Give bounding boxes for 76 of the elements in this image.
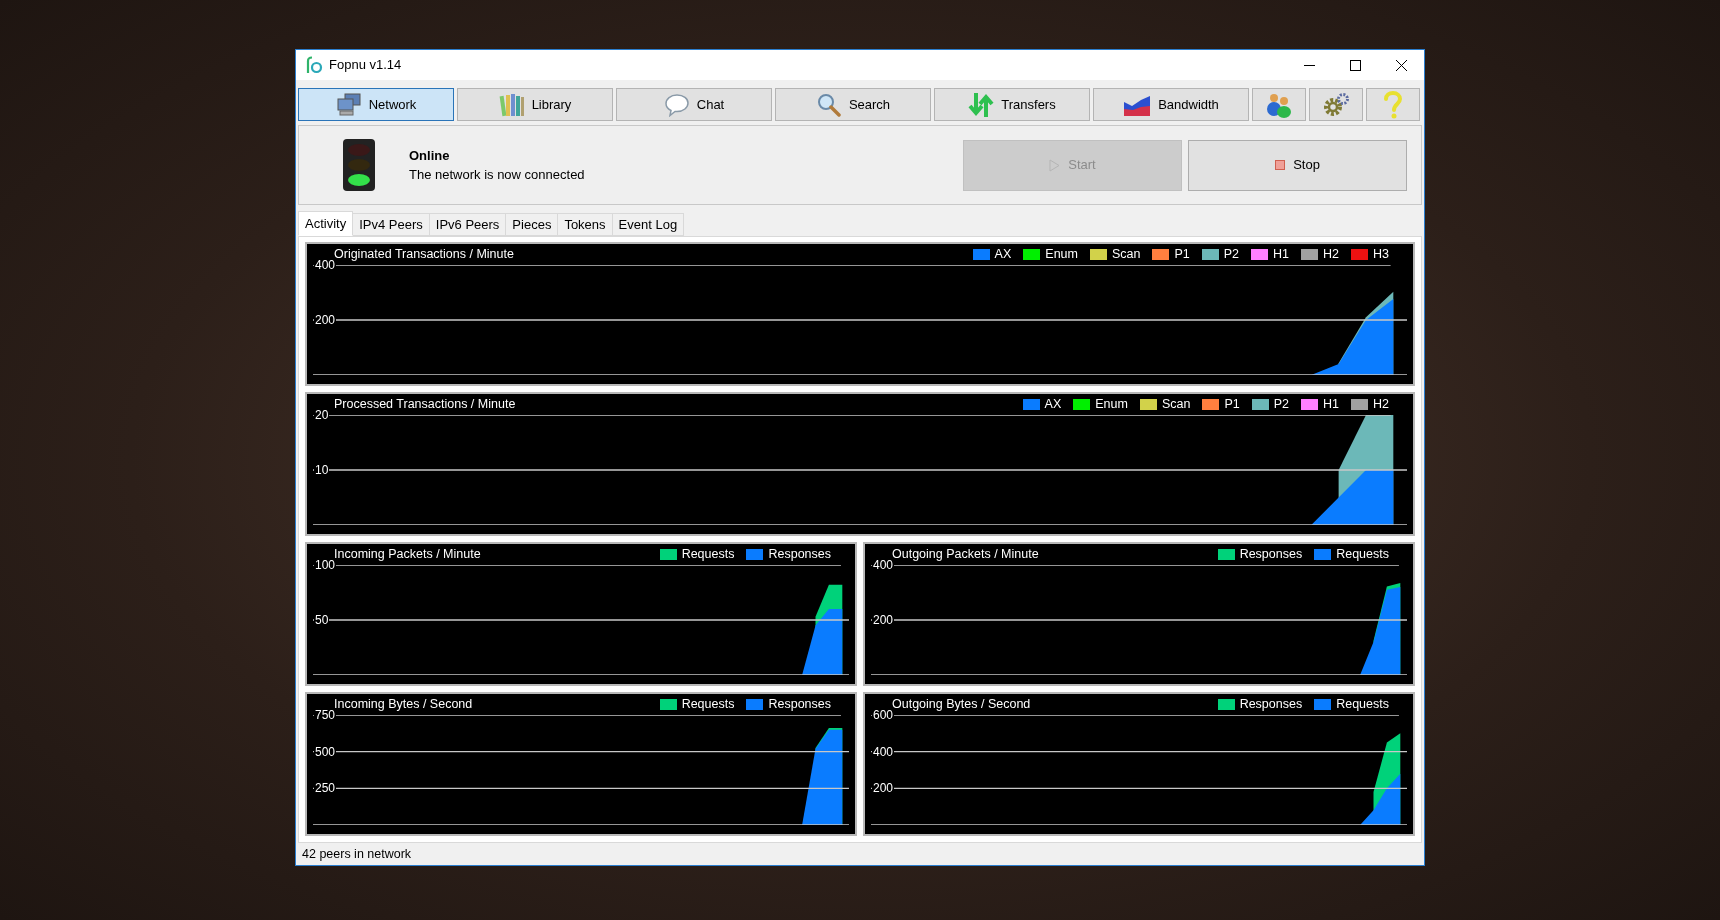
settings-icon [1322,91,1350,118]
axis-tick-label: 400 [872,745,895,758]
axis-tick-label: 750 [314,709,337,721]
chart-title: Outgoing Bytes / Second [892,696,1031,712]
up-down-arrows-icon [968,91,995,118]
legend-label: Scan [1161,396,1191,414]
axis-tick-label: 400 [872,559,895,571]
stop-button[interactable]: Stop [1188,139,1407,191]
app-logo-icon [305,56,323,74]
tab[interactable]: Pieces [505,213,559,236]
toolbar-button[interactable]: Transfers [934,88,1090,121]
tab[interactable]: Activity [298,211,354,236]
chart-title: Processed Transactions / Minute [334,396,516,414]
axis-tick-label: 20 [314,409,330,421]
toolbar-button[interactable]: Search [775,88,931,121]
legend-label: H2 [1373,396,1389,414]
legend-label: Responses [1239,546,1303,564]
legend-label: Requests [1336,696,1389,714]
legend-label: Requests [1336,546,1389,564]
legend-label: Enum [1045,246,1078,264]
legend-label: AX [994,246,1012,264]
legend-label: Responses [1239,696,1303,714]
legend-label: Responses [768,546,831,564]
legend-label: Requests [681,696,735,714]
toolbar-button[interactable]: Chat [616,88,772,121]
status-title: Online [409,146,451,165]
close-icon [1395,59,1407,71]
legend-label: H3 [1373,246,1389,264]
axis-tick-label: 200 [872,614,895,626]
axis-tick-label: 200 [872,782,895,795]
books-icon [498,92,525,117]
area-chart-icon [1123,93,1152,116]
tab[interactable]: IPv6 Peers [428,213,507,236]
legend-label: Responses [768,696,831,714]
axis-tick-label: 600 [872,709,895,721]
toolbar-button[interactable] [1252,88,1306,121]
toolbar-button[interactable]: Network [298,88,454,121]
help-icon [1382,90,1404,119]
chart-title: Outgoing Packets / Minute [892,546,1039,562]
legend-label: P2 [1273,396,1290,414]
axis-tick-label: 10 [314,464,330,476]
chart-title: Incoming Packets / Minute [334,546,481,562]
stop-icon [1275,160,1286,170]
maximize-icon [1349,59,1361,71]
people-icon [1265,91,1293,118]
legend-label: P1 [1174,246,1190,264]
search-icon [815,92,842,117]
window-title: Fopnu v1.14 [329,56,402,75]
computers-icon [335,92,362,117]
legend-label: H2 [1323,246,1339,264]
toolbar-button[interactable] [1309,88,1363,121]
legend-label: Requests [681,546,735,564]
axis-tick-label: 500 [314,745,337,758]
axis-tick-label: 50 [314,614,330,626]
legend-label: H1 [1273,246,1290,264]
speech-bubble-icon [663,92,690,117]
legend-label: Enum [1095,396,1128,414]
legend-label: P2 [1223,246,1240,264]
status-bar-text: 42 peers in network [302,845,412,863]
legend-label: Scan [1111,246,1141,264]
chart-title: Originated Transactions / Minute [334,246,514,262]
axis-tick-label: 200 [314,314,337,326]
status-message: The network is now connected [409,166,585,184]
legend-label: P1 [1224,396,1240,414]
axis-tick-label: 250 [314,782,337,795]
axis-tick-label: 100 [314,559,337,571]
tab[interactable]: Event Log [611,213,685,236]
tab[interactable]: IPv4 Peers [352,213,430,236]
axis-tick-label: 400 [314,259,337,271]
tab[interactable]: Tokens [557,213,613,236]
toolbar-button[interactable]: Bandwidth [1093,88,1249,121]
legend-label: AX [1044,396,1062,414]
minimize-icon [1303,64,1315,66]
chart-title: Incoming Bytes / Second [334,696,473,712]
toolbar-button[interactable]: Library [457,88,613,121]
legend-label: H1 [1323,396,1339,414]
